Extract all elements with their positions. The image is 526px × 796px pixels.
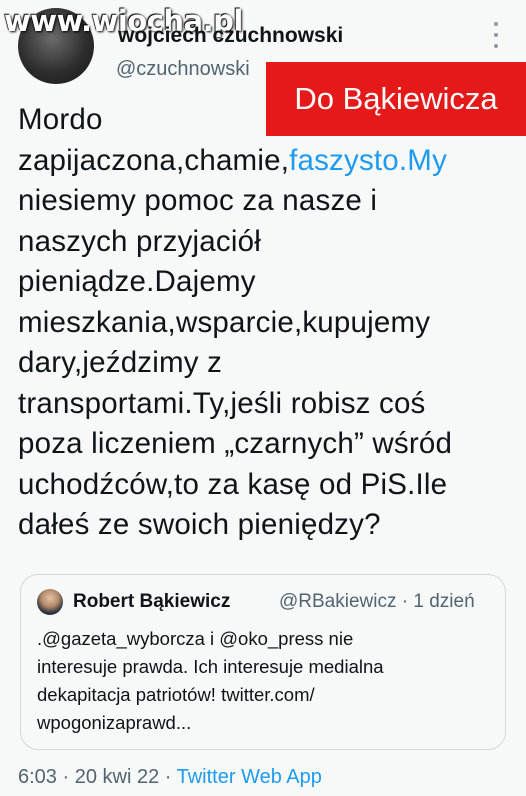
dot	[494, 33, 498, 37]
quoted-author-name: Robert Bąkiewicz	[73, 591, 231, 612]
tweet-line: niesiemy pomoc za nasze i	[18, 184, 378, 217]
tweet-line: dary,jeździmy z	[18, 346, 223, 379]
tweet-line: dałeś ze swoich pieniędzy?	[18, 508, 381, 541]
dot	[494, 44, 498, 48]
tweet-timestamp[interactable]: 6:03 · 20 kwi 22 ·	[18, 766, 177, 788]
tweet-link-text[interactable]: faszysto.My	[289, 144, 447, 177]
tweet-line: pieniądze.Dajemy	[18, 265, 256, 298]
more-options-icon[interactable]	[488, 22, 504, 48]
quoted-author-meta: @RBakiewicz · 1 dzień	[279, 591, 475, 612]
tweet-text-segment: zapijaczona,chamie,	[18, 143, 290, 177]
tweet-text: Mordo zapijaczona,chamie,faszysto.My nie…	[18, 100, 518, 546]
author-handle[interactable]: @czuchnowski	[116, 58, 250, 81]
author-name[interactable]: wojciech czuchnowski	[118, 24, 343, 48]
quote-line: wpogonizaprawd...	[37, 712, 192, 733]
tweet-line: Mordo	[18, 103, 103, 136]
tweet-line: mieszkania,wsparcie,kupujemy	[18, 305, 431, 339]
quote-line: interesuje prawda. Ich interesuje medial…	[37, 656, 384, 677]
tweet-line: naszych przyjaciół	[18, 224, 261, 258]
tweet-footer: 6:03 · 20 kwi 22 · Twitter Web App	[18, 766, 322, 789]
dot	[494, 22, 498, 26]
quoted-tweet-text: .@gazeta_wyborcza i @oko_press nie inter…	[37, 625, 497, 737]
quote-line: dekapitacja patriotów! twitter.com/	[37, 684, 315, 705]
tweet-source-link[interactable]: Twitter Web App	[177, 766, 322, 788]
quote-line: .@gazeta_wyborcza i @oko_press nie	[37, 628, 354, 649]
tweet-line: poza liczeniem „czarnych” wśród	[18, 427, 453, 460]
quoted-author-avatar	[37, 589, 63, 615]
quoted-tweet[interactable]: Robert Bąkiewicz @RBakiewicz · 1 dzień .…	[20, 574, 506, 750]
tweet-line: transportami.Ty,jeśli robisz coś	[18, 386, 426, 420]
tweet-line: zapijaczona,chamie,faszysto.My	[18, 141, 518, 182]
tweet-line: uchodźców,to za kasę od PiS.Ile	[18, 467, 448, 501]
